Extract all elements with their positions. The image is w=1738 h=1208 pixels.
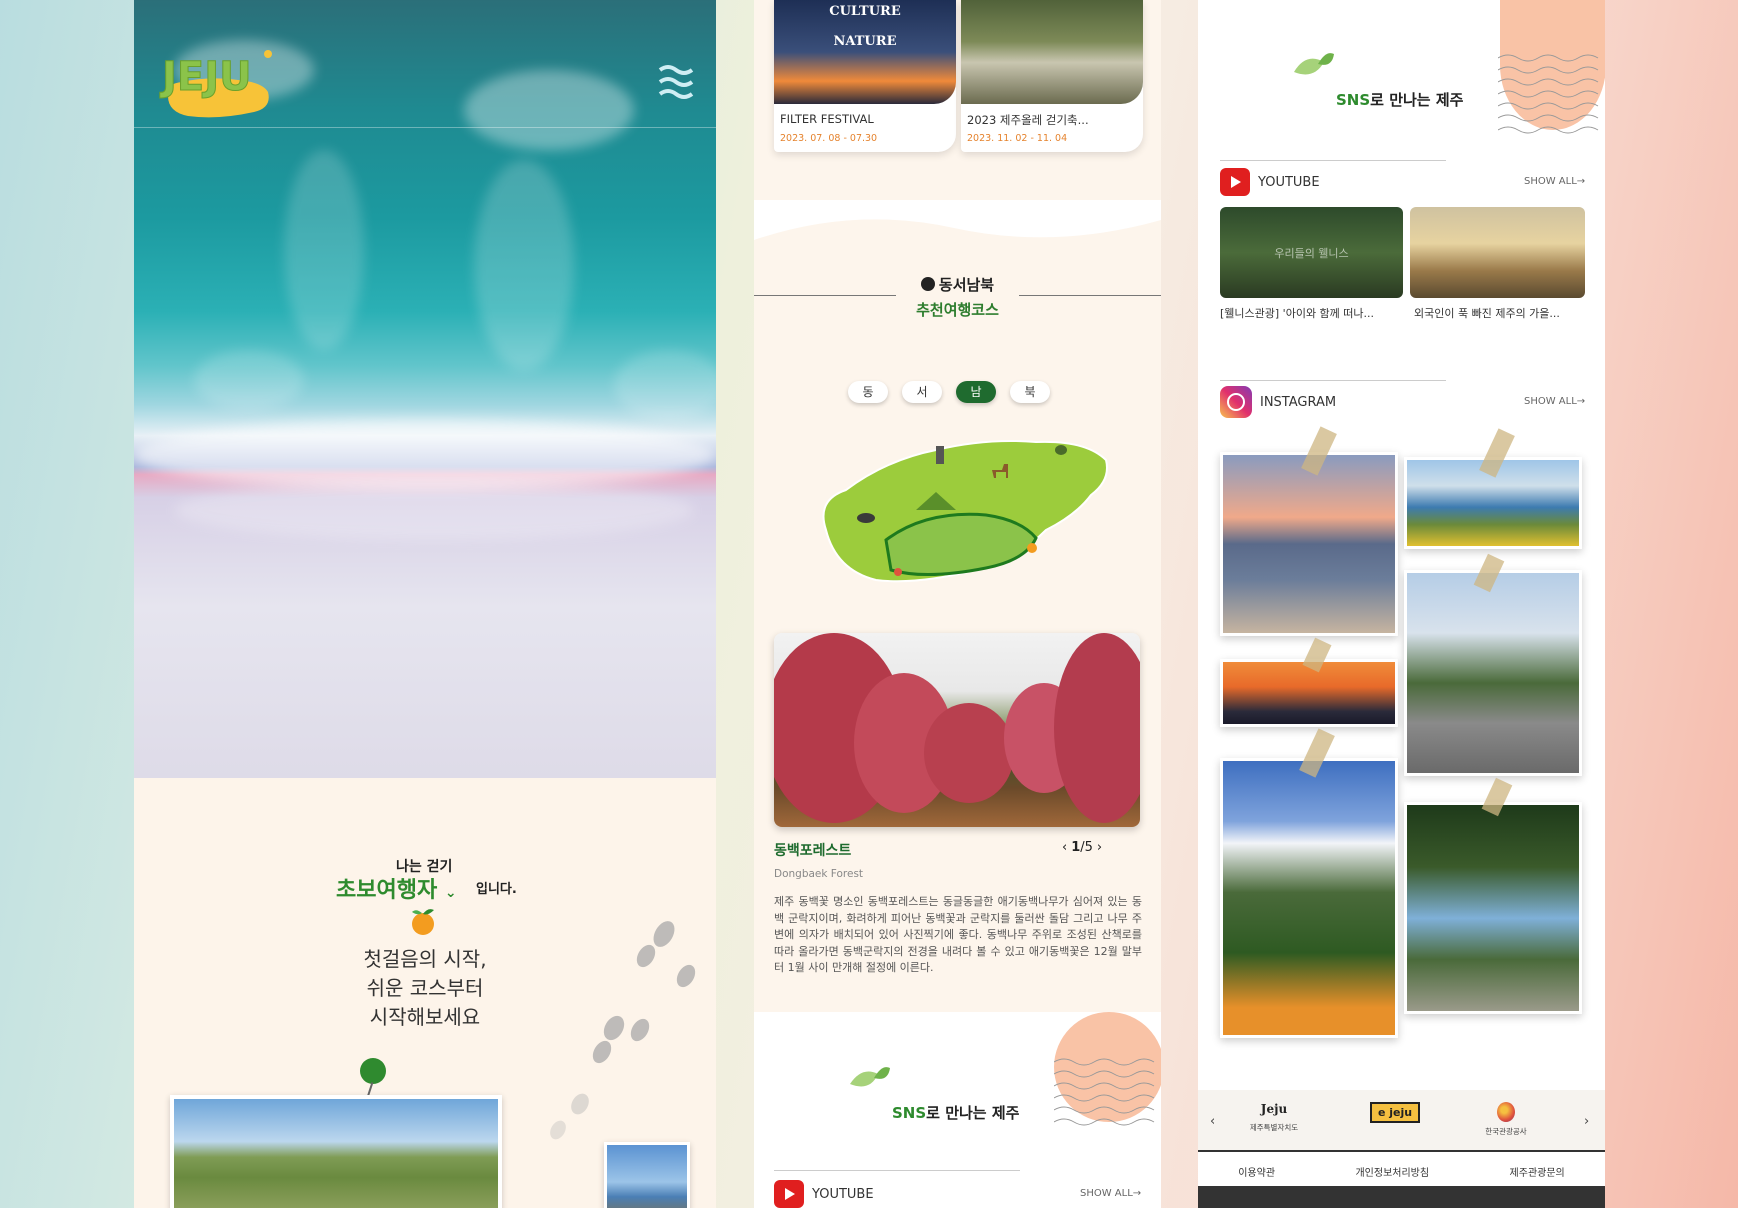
festival-photo-image <box>961 0 1143 104</box>
chevron-down-icon: ⌄ <box>444 885 457 901</box>
place-pager: ‹ 1/5 › <box>1058 840 1106 855</box>
jeju-logo[interactable]: JEJU <box>158 46 280 124</box>
footer-link-privacy[interactable]: 개인정보처리방침 <box>1355 1164 1429 1179</box>
festival-card[interactable]: CULTURE NATURE FILTER FESTIVAL 2023. 07.… <box>774 0 956 152</box>
intro-suffix: 입니다. <box>476 882 517 897</box>
divider <box>1220 380 1446 381</box>
partner-logo-jeju[interactable]: Jeju 제주특별자치도 <box>1234 1102 1314 1133</box>
footer-link-inquiry[interactable]: 제주관광문의 <box>1510 1164 1565 1179</box>
place-description: 제주 동백꽃 명소인 동백포레스트는 동글동글한 애기동백나무가 심어져 있는 … <box>774 895 1142 974</box>
youtube-show-all-link[interactable]: SHOW ALL→ <box>1524 176 1585 187</box>
festival-title: 2023 제주올레 걷기축... <box>967 113 1089 127</box>
youtube-header: YOUTUBE <box>1220 168 1320 196</box>
partner-logo-mark: e jeju <box>1369 1102 1421 1123</box>
page-total: /5 <box>1080 840 1093 855</box>
traveler-level-label: 초보여행자 <box>336 878 438 903</box>
jeju-island-map[interactable] <box>806 420 1116 610</box>
compass-icon <box>920 277 935 291</box>
leaf-icon <box>848 1064 892 1092</box>
traveler-level-dropdown[interactable]: 초보여행자 ⌄ <box>336 872 457 904</box>
prev-arrow-icon[interactable]: ‹ <box>1062 840 1067 855</box>
festival-date: 2023. 07. 08 - 07.30 <box>780 133 878 144</box>
kto-symbol-icon <box>1497 1102 1515 1122</box>
footprints-decoration <box>514 910 714 1150</box>
direction-tab-east[interactable]: 동 <box>848 381 888 403</box>
place-name: 동백포레스트 <box>774 843 852 859</box>
header: JEJU <box>134 0 716 128</box>
festival-title: FILTER FESTIVAL <box>780 112 874 126</box>
footer-link-terms[interactable]: 이용약관 <box>1238 1164 1275 1179</box>
mobile-screen-home: JEJU 나는 걷기 초보여행자 ⌄ 입니다. 첫걸음의 시작, 쉬운 코스부터… <box>134 0 716 1208</box>
sns-section-title: SNS로 만나는 제주 <box>892 1102 1019 1123</box>
youtube-video-thumbnail[interactable] <box>1410 207 1585 298</box>
divider <box>1220 160 1446 161</box>
instagram-photo[interactable] <box>1404 570 1582 776</box>
divider <box>774 1170 1020 1171</box>
instagram-header: INSTAGRAM <box>1220 386 1336 418</box>
map-pin-icon <box>360 1058 386 1084</box>
youtube-video-caption: [웰니스관광] '아이와 함께 떠나... <box>1220 307 1375 320</box>
partner-logo-mark: Jeju <box>1260 1102 1288 1116</box>
youtube-show-all-link[interactable]: SHOW ALL→ <box>1080 1188 1141 1199</box>
instagram-show-all-link[interactable]: SHOW ALL→ <box>1524 396 1585 407</box>
sns-title-rest: 로 만나는 제주 <box>1370 91 1464 109</box>
svg-text:JEJU: JEJU <box>159 54 252 100</box>
festival-poster-image: CULTURE NATURE <box>774 0 956 104</box>
place-name-english: Dongbaek Forest <box>774 868 864 880</box>
youtube-icon <box>774 1180 804 1208</box>
place-photo-dongbaek-forest[interactable] <box>774 633 1140 827</box>
youtube-video-caption: 외국인이 푹 빠진 제주의 가을... <box>1414 307 1560 320</box>
footer-bar <box>1198 1186 1605 1208</box>
divider-right <box>1019 295 1161 296</box>
carousel-next-arrow-icon[interactable]: › <box>1584 1114 1589 1129</box>
youtube-label: YOUTUBE <box>1258 174 1320 190</box>
youtube-label: YOUTUBE <box>812 1186 874 1202</box>
course-photo-secondary[interactable] <box>604 1142 690 1208</box>
instagram-photo[interactable] <box>1220 452 1398 636</box>
instagram-icon <box>1220 386 1252 418</box>
tangerine-icon <box>410 906 436 936</box>
partner-logo-kto[interactable]: 한국관광공사 <box>1466 1102 1546 1137</box>
course-subheading: 추천여행코스 <box>916 301 999 319</box>
sns-section: SNS로 만나는 제주 YOUTUBE SHOW ALL→ <box>754 1012 1161 1208</box>
next-arrow-icon[interactable]: › <box>1097 840 1102 855</box>
carousel-prev-arrow-icon[interactable]: ‹ <box>1210 1114 1215 1129</box>
course-heading: 동서남북 <box>754 274 1161 295</box>
leaf-icon <box>1292 50 1336 80</box>
sns-section-title: SNS로 만나는 제주 <box>1336 89 1463 110</box>
divider-left <box>754 295 896 296</box>
decorative-wave-lines <box>1498 54 1599 134</box>
sns-title-highlight: SNS <box>892 1104 927 1122</box>
decorative-wave-lines <box>1054 1058 1155 1126</box>
direction-tab-south[interactable]: 남 <box>956 381 996 403</box>
instagram-photo[interactable] <box>1220 758 1398 1038</box>
partner-logos-carousel: ‹ Jeju 제주특별자치도 e jeju 한국관광공사 › <box>1198 1090 1605 1150</box>
festival-card[interactable]: 2023 제주올레 걷기축... 2023. 11. 02 - 11. 04 <box>961 0 1143 152</box>
direction-tab-west[interactable]: 서 <box>902 381 942 403</box>
poster-title-top: CULTURE <box>829 4 901 19</box>
instagram-photo[interactable] <box>1220 659 1398 727</box>
footer-links: 이용약관 개인정보처리방침 제주관광문의 <box>1198 1150 1605 1190</box>
wave-divider <box>754 200 1161 260</box>
course-photo-coastal-path[interactable] <box>170 1095 502 1208</box>
youtube-video-thumbnail[interactable]: 우리들의 웰니스 <box>1220 207 1403 298</box>
festival-date: 2023. 11. 02 - 11. 04 <box>967 133 1068 144</box>
poster-title-bottom: NATURE <box>833 34 897 49</box>
partner-name: 한국관광공사 <box>1485 1127 1527 1136</box>
page-current: 1 <box>1071 840 1081 855</box>
instagram-photo[interactable] <box>1404 802 1582 1014</box>
video-overlay-text: 우리들의 웰니스 <box>1274 247 1349 260</box>
partner-name: 제주특별자치도 <box>1249 1123 1299 1132</box>
sns-title-rest: 로 만나는 제주 <box>926 1104 1020 1122</box>
course-heading-text: 동서남북 <box>938 276 995 294</box>
mobile-screen-course: CULTURE NATURE FILTER FESTIVAL 2023. 07.… <box>754 0 1161 1208</box>
youtube-icon <box>1220 168 1250 196</box>
direction-tab-north[interactable]: 북 <box>1010 381 1050 403</box>
partner-logo-ejeju[interactable]: e jeju <box>1360 1102 1430 1123</box>
menu-waves-button[interactable] <box>658 62 698 106</box>
youtube-header: YOUTUBE <box>774 1180 874 1208</box>
mobile-screen-sns: SNS로 만나는 제주 YOUTUBE SHOW ALL→ 우리들의 웰니스 [… <box>1198 0 1605 1208</box>
sns-title-highlight: SNS <box>1336 91 1371 109</box>
instagram-label: INSTAGRAM <box>1260 394 1337 410</box>
